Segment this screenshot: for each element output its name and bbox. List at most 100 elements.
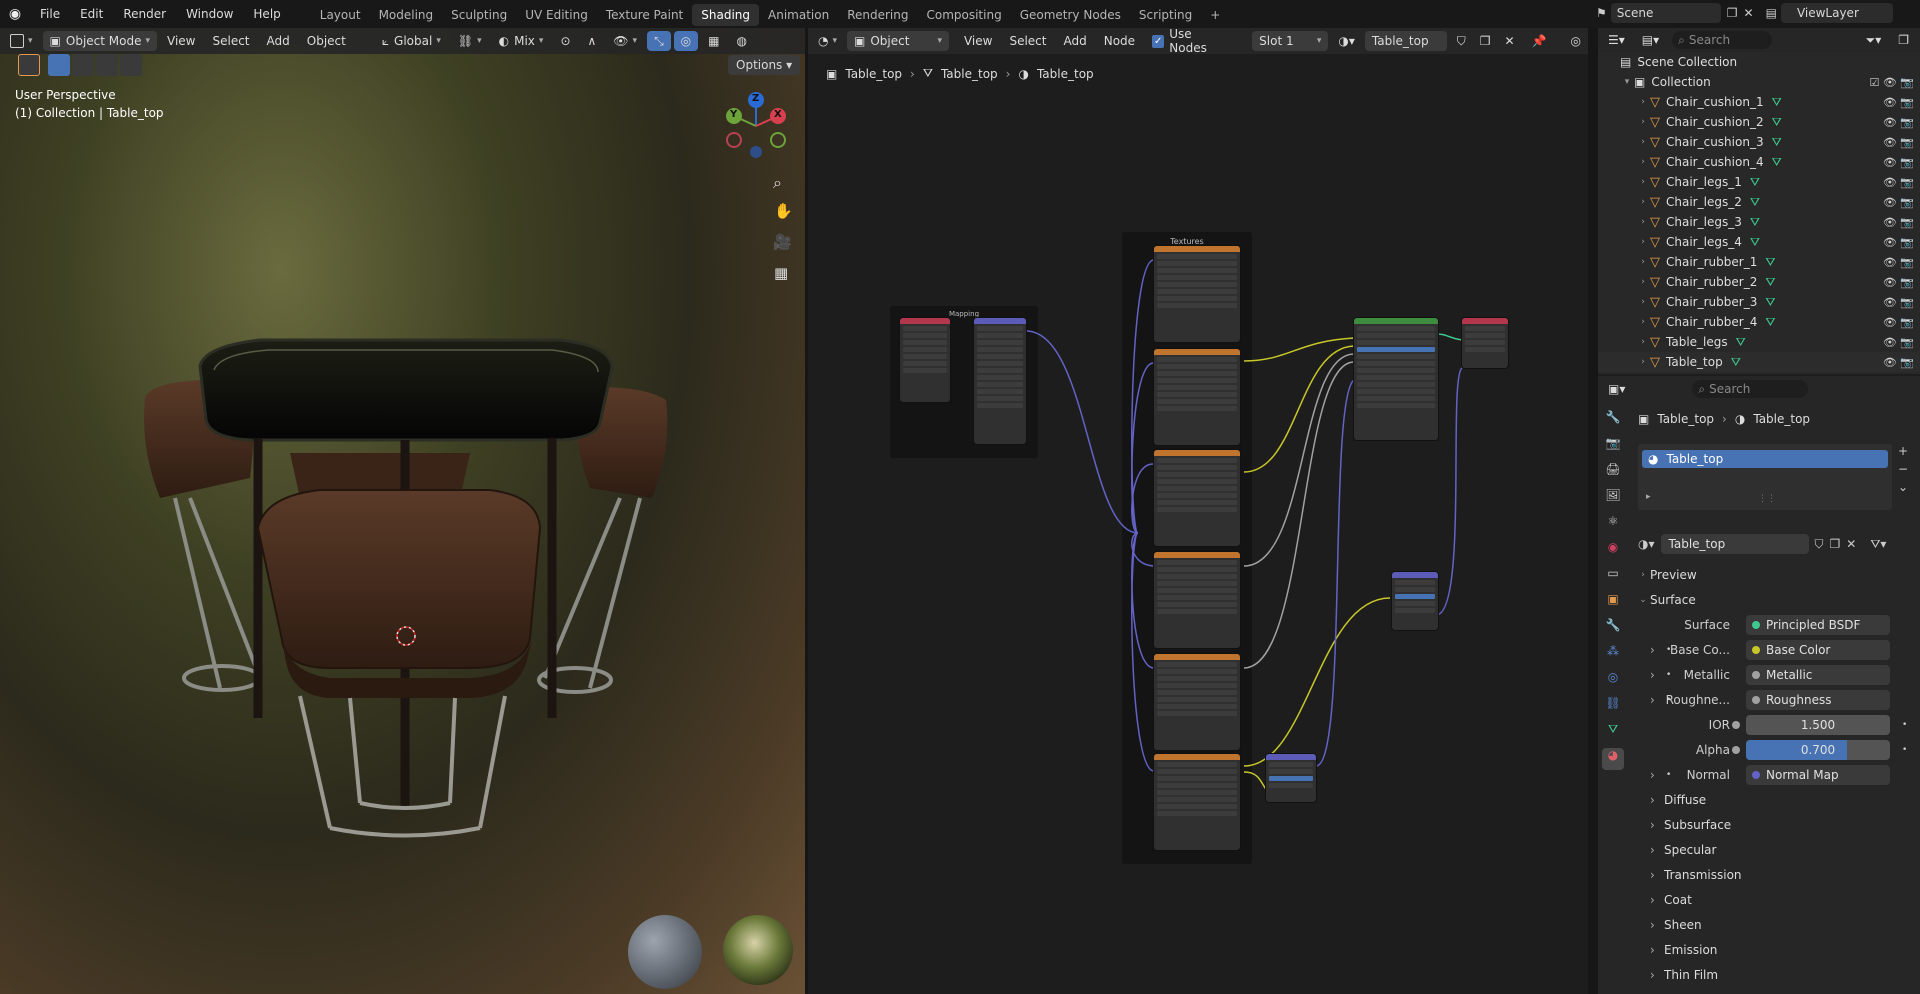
mesh-data-icon[interactable]: ⛛ xyxy=(1750,235,1760,250)
tab-scripting[interactable]: Scripting xyxy=(1130,4,1201,26)
mesh-data-icon[interactable]: ⛛ xyxy=(1772,155,1782,170)
menu-edit[interactable]: Edit xyxy=(70,0,113,28)
output-tab-icon[interactable]: 🖨 xyxy=(1602,462,1624,484)
unlink-icon[interactable]: ✕ xyxy=(1846,537,1856,551)
mesh-data-icon[interactable]: ⛛ xyxy=(1750,215,1760,230)
object-visibility-icons[interactable]: 👁 📷 xyxy=(1883,136,1914,149)
mapping-node[interactable] xyxy=(974,318,1026,444)
view-layer-tab-icon[interactable]: 🖼 xyxy=(1602,488,1624,510)
outliner-object-row[interactable]: › ▽ Chair_legs_2 ⛛ 👁 📷 xyxy=(1598,192,1920,212)
remove-slot-icon[interactable]: − xyxy=(1898,462,1908,476)
properties-editor-type-button[interactable]: ▣▾ xyxy=(1601,379,1632,399)
outliner-object-row[interactable]: › ▽ Chair_rubber_2 ⛛ 👁 📷 xyxy=(1598,272,1920,292)
subpanel-header[interactable]: › Sheen xyxy=(1598,912,1920,937)
shader-node-editor[interactable]: ◔ ▾ ▣ Object ▾ View Select Add Node ✓ Use No… xyxy=(808,28,1588,994)
3d-viewport[interactable]: ▾ ▣ Object Mode ▾ View Select Add Object ⟀… xyxy=(0,28,805,994)
chevron-right-icon[interactable]: › xyxy=(1636,157,1650,167)
outliner-editor-type-button[interactable]: ☰▾ xyxy=(1601,30,1632,50)
mesh-data-icon[interactable]: ⛛ xyxy=(1765,295,1775,310)
tab-sculpting[interactable]: Sculpting xyxy=(442,4,516,26)
mesh-data-icon[interactable]: ⛛ xyxy=(1772,95,1782,110)
tab-texture-paint[interactable]: Texture Paint xyxy=(597,4,692,26)
chevron-right-icon[interactable]: › xyxy=(1636,257,1650,267)
subpanel-header[interactable]: › Subsurface xyxy=(1598,812,1920,837)
mesh-data-icon[interactable]: ⛛ xyxy=(1765,275,1775,290)
outliner-object-row[interactable]: › ▽ Table_top ⛛ 👁 📷 xyxy=(1598,352,1920,372)
normal-map-node[interactable] xyxy=(1266,754,1316,802)
area-divider[interactable] xyxy=(1588,28,1598,994)
duplicate-icon[interactable]: ❐ xyxy=(1830,537,1841,551)
node-tree-icon[interactable]: ⛛▾ xyxy=(1870,537,1886,552)
object-visibility-icons[interactable]: 👁 📷 xyxy=(1883,196,1914,209)
properties-editor[interactable]: ▣▾ ⌕ Search 🔧 📷 🖨 🖼 ⚛ ◉ ▭ ▣ 🔧 ⁂ ◎ ⛓ ⛛ ◕ ▣… xyxy=(1598,376,1920,994)
tab-layout[interactable]: Layout xyxy=(311,4,370,26)
chevron-right-icon[interactable]: › xyxy=(1636,217,1650,227)
menu-help[interactable]: Help xyxy=(243,0,290,28)
outliner-object-row[interactable]: › ▽ Chair_rubber_4 ⛛ 👁 📷 xyxy=(1598,312,1920,332)
chevron-right-icon[interactable]: › xyxy=(1650,693,1655,707)
collection-row[interactable]: ▾ ▣ Collection ☑ 👁 📷 xyxy=(1598,72,1920,92)
chevron-right-icon[interactable]: › xyxy=(1636,277,1650,287)
scene-field[interactable]: Scene xyxy=(1610,3,1721,23)
input-field[interactable]: Base Color xyxy=(1746,639,1890,660)
surface-panel-header[interactable]: ⌄ Surface xyxy=(1598,587,1920,612)
tab-animation[interactable]: Animation xyxy=(759,4,838,26)
mesh-data-icon[interactable]: ⛛ xyxy=(1750,195,1760,210)
expand-triangle-icon[interactable]: ▸ xyxy=(1646,492,1651,502)
breadcrumb-material[interactable]: Table_top xyxy=(1753,412,1810,426)
slot-menu-icon[interactable]: ⌄ xyxy=(1898,480,1908,494)
new-collection-icon[interactable]: ❐ xyxy=(1891,30,1916,50)
mesh-data-icon[interactable]: ⛛ xyxy=(1750,175,1760,190)
subpanel-header[interactable]: › Thin Film xyxy=(1598,962,1920,987)
displacement-node[interactable] xyxy=(1392,572,1438,630)
texture-coordinate-node[interactable] xyxy=(900,318,950,402)
mesh-data-icon[interactable]: ⛛ xyxy=(1765,255,1775,270)
object-visibility-icons[interactable]: 👁 📷 xyxy=(1883,336,1914,349)
outliner-object-row[interactable]: › ▽ Chair_cushion_3 ⛛ 👁 📷 xyxy=(1598,132,1920,152)
outliner-object-row[interactable]: › ▽ Chair_cushion_4 ⛛ 👁 📷 xyxy=(1598,152,1920,172)
surface-shader-field[interactable]: Principled BSDF xyxy=(1746,614,1890,635)
subpanel-header[interactable]: › Coat xyxy=(1598,887,1920,912)
object-visibility-icons[interactable]: 👁 📷 xyxy=(1883,116,1914,129)
chevron-right-icon[interactable]: › xyxy=(1636,97,1650,107)
object-visibility-icons[interactable]: 👁 📷 xyxy=(1883,356,1914,369)
chevron-right-icon[interactable]: › xyxy=(1636,297,1650,307)
tab-uv-editing[interactable]: UV Editing xyxy=(516,4,597,26)
mesh-data-icon[interactable]: ⛛ xyxy=(1765,315,1775,330)
input-field[interactable]: Metallic xyxy=(1746,664,1890,685)
preview-panel-header[interactable]: › Preview xyxy=(1598,562,1920,587)
chevron-right-icon[interactable]: › xyxy=(1636,337,1650,347)
scene-render[interactable] xyxy=(0,28,805,994)
blender-logo-icon[interactable]: ◉ xyxy=(0,6,30,22)
outliner-object-row[interactable]: › ▽ Chair_legs_4 ⛛ 👁 📷 xyxy=(1598,232,1920,252)
scene-tab-icon[interactable]: ⚛ xyxy=(1602,514,1624,536)
keyframe-dot-icon[interactable]: • xyxy=(1902,720,1907,730)
object-visibility-icons[interactable]: 👁 📷 xyxy=(1883,156,1914,169)
outliner-object-row[interactable]: › ▽ Chair_legs_3 ⛛ 👁 📷 xyxy=(1598,212,1920,232)
chevron-right-icon[interactable]: › xyxy=(1636,177,1650,187)
tab-modeling[interactable]: Modeling xyxy=(370,4,443,26)
outliner-object-row[interactable]: › ▽ Chair_rubber_3 ⛛ 👁 📷 xyxy=(1598,292,1920,312)
object-visibility-icons[interactable]: 👁 📷 xyxy=(1883,236,1914,249)
object-visibility-icons[interactable]: 👁 📷 xyxy=(1883,96,1914,109)
alpha-slider[interactable]: 0.700 xyxy=(1746,739,1890,760)
image-texture-node-ambient-occlusion[interactable] xyxy=(1154,246,1240,342)
chevron-right-icon[interactable]: › xyxy=(1650,643,1655,657)
tab-shading[interactable]: Shading xyxy=(692,4,759,26)
ior-field[interactable]: 1.500 xyxy=(1746,714,1890,735)
outliner-object-row[interactable]: › ▽ Table_legs ⛛ 👁 📷 xyxy=(1598,332,1920,352)
tool-tab-icon[interactable]: 🔧 xyxy=(1602,410,1624,432)
image-texture-node-base-color[interactable] xyxy=(1154,349,1240,445)
image-texture-node-normal[interactable] xyxy=(1154,754,1240,850)
world-tab-icon[interactable]: ◉ xyxy=(1602,540,1624,562)
object-visibility-icons[interactable]: 👁 📷 xyxy=(1883,176,1914,189)
properties-search[interactable]: ⌕ Search xyxy=(1692,380,1809,398)
outliner-search[interactable]: ⌕ Search xyxy=(1672,31,1773,49)
outliner-object-row[interactable]: › ▽ Chair_cushion_1 ⛛ 👁 📷 xyxy=(1598,92,1920,112)
view-layer-icon[interactable]: ▤ xyxy=(1766,6,1777,20)
material-browse-icon[interactable]: ◑▾ xyxy=(1638,537,1655,551)
input-field[interactable]: Roughness xyxy=(1746,689,1890,710)
mesh-data-icon[interactable]: ⛛ xyxy=(1731,355,1741,370)
subpanel-header[interactable]: › Specular xyxy=(1598,837,1920,862)
delete-scene-icon[interactable]: ✕ xyxy=(1744,6,1754,20)
